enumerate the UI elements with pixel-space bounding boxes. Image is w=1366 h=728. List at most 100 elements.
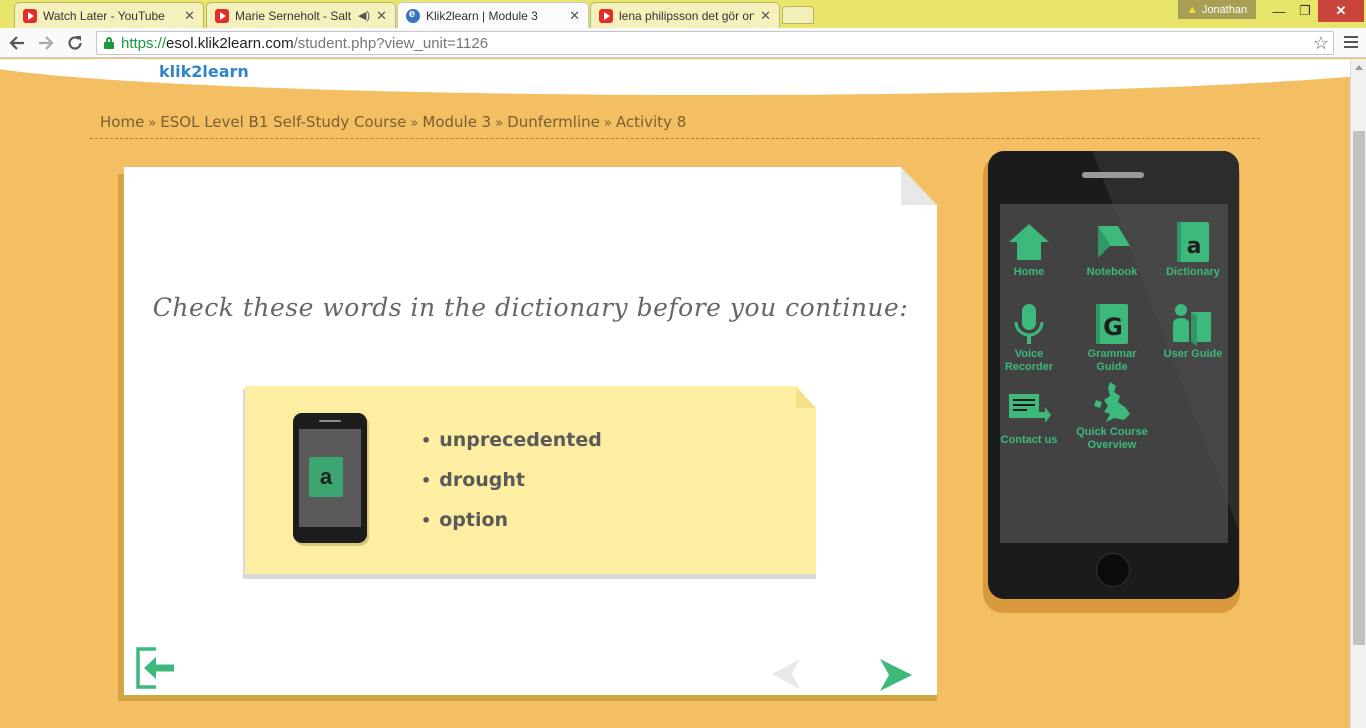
- list-item: drought: [421, 460, 602, 500]
- tab-lena-philipsson[interactable]: lena philipsson det gör on ✕: [590, 2, 780, 28]
- vocabulary-note: a unprecedented drought option: [245, 386, 816, 574]
- tab-close-icon[interactable]: ✕: [569, 8, 580, 24]
- activity-instruction: Check these words in the dictionary befo…: [152, 293, 909, 322]
- browser-tab-strip: Watch Later - YouTube ✕ Marie Serneholt …: [0, 0, 1366, 28]
- list-item: unprecedented: [421, 420, 602, 460]
- app-contact-us[interactable]: Contact us: [991, 388, 1067, 447]
- lock-icon: [104, 37, 114, 49]
- breadcrumb-module[interactable]: Module 3: [422, 113, 491, 131]
- envelope-icon: [1007, 388, 1051, 432]
- app-quick-course-overview[interactable]: Quick Course Overview: [1074, 380, 1150, 452]
- grammar-book-icon: G: [1090, 302, 1134, 346]
- chrome-menu-button[interactable]: [1342, 34, 1360, 52]
- vertical-scrollbar[interactable]: [1350, 59, 1366, 728]
- phone-screen: Home Notebook a Dictionary Voice Recorde…: [1000, 204, 1228, 543]
- breadcrumb-separator: »: [495, 116, 504, 131]
- url-scheme: https://: [121, 34, 167, 52]
- tab-title: lena philipsson det gör on: [619, 8, 755, 23]
- dictionary-icon: a: [1171, 220, 1215, 264]
- back-button[interactable]: [6, 32, 28, 54]
- speaker-icon: ◀): [357, 10, 371, 22]
- scrollbar-thumb[interactable]: [1353, 131, 1365, 645]
- app-label: Voice Recorder: [1004, 348, 1054, 373]
- svg-text:a: a: [1187, 234, 1202, 259]
- app-label: Dictionary: [1166, 266, 1220, 278]
- tab-title: Watch Later - YouTube: [43, 8, 165, 23]
- klik2learn-icon: [406, 8, 420, 23]
- dictionary-phone-icon: a: [293, 413, 367, 543]
- profile-name: Jonathan: [1201, 3, 1248, 16]
- dictionary-book-icon: a: [309, 457, 343, 497]
- breadcrumb-course[interactable]: ESOL Level B1 Self-Study Course: [160, 113, 406, 131]
- app-label: User Guide: [1163, 348, 1223, 360]
- phone-speaker: [1082, 172, 1144, 178]
- next-arrow-icon: [880, 659, 912, 691]
- tab-marie-serneholt[interactable]: Marie Serneholt - Salt ( ◀) ✕: [206, 2, 396, 28]
- window-close-button[interactable]: ✕: [1318, 0, 1364, 22]
- forward-arrow-icon: [39, 36, 54, 50]
- address-bar[interactable]: https://esol.klik2learn.com/student.php?…: [96, 31, 1334, 55]
- home-icon: [1007, 220, 1051, 264]
- app-notebook[interactable]: Notebook: [1074, 220, 1150, 279]
- app-home[interactable]: Home: [991, 220, 1067, 279]
- app-label: Contact us: [1000, 434, 1058, 446]
- scroll-up-arrow[interactable]: [1355, 65, 1363, 70]
- url-path: /student.php?view_unit=1126: [293, 34, 489, 52]
- word-list: unprecedented drought option: [421, 420, 602, 540]
- tab-close-icon[interactable]: ✕: [184, 8, 195, 24]
- minimize-button[interactable]: —: [1266, 0, 1292, 22]
- breadcrumb-separator: »: [148, 116, 157, 131]
- microphone-icon: [1007, 302, 1051, 346]
- app-voice-recorder[interactable]: Voice Recorder: [991, 302, 1067, 374]
- phone-menu: Home Notebook a Dictionary Voice Recorde…: [988, 151, 1239, 599]
- breadcrumb-separator: »: [410, 116, 419, 131]
- breadcrumb-separator: »: [603, 116, 612, 131]
- warning-icon: ▲: [1186, 3, 1198, 16]
- breadcrumb: Home» ESOL Level B1 Self-Study Course» Mod…: [100, 113, 686, 131]
- youtube-icon: [215, 8, 229, 23]
- youtube-icon: [23, 8, 37, 23]
- forward-button[interactable]: [35, 32, 57, 54]
- tab-watch-later[interactable]: Watch Later - YouTube ✕: [14, 2, 204, 28]
- tab-klik2learn[interactable]: Klik2learn | Module 3 ✕: [397, 2, 589, 28]
- bookmark-star-icon[interactable]: ☆: [1313, 33, 1329, 54]
- phone-home-button[interactable]: [1096, 553, 1130, 587]
- exit-icon: [136, 647, 174, 689]
- tab-title: Klik2learn | Module 3: [426, 8, 538, 23]
- activity-card: Check these words in the dictionary befo…: [124, 167, 937, 695]
- url-host: esol.klik2learn.com: [166, 34, 294, 52]
- browser-toolbar: https://esol.klik2learn.com/student.php?…: [0, 28, 1366, 58]
- tab-close-icon[interactable]: ✕: [376, 8, 387, 24]
- site-logo[interactable]: klik2learn: [159, 62, 249, 81]
- app-user-guide[interactable]: User Guide: [1155, 302, 1231, 361]
- breadcrumb-unit[interactable]: Dunfermline: [507, 113, 600, 131]
- app-label: Quick Course Overview: [1076, 426, 1148, 451]
- note-corner-fold: [796, 386, 816, 408]
- profile-badge[interactable]: ▲ Jonathan: [1178, 0, 1256, 19]
- app-label: Grammar Guide: [1087, 348, 1137, 373]
- app-dictionary[interactable]: a Dictionary: [1155, 220, 1231, 279]
- notebook-icon: [1090, 220, 1134, 264]
- list-item: option: [421, 500, 602, 540]
- reload-button[interactable]: [64, 32, 86, 54]
- previous-arrow-icon: [772, 659, 800, 689]
- breadcrumb-home[interactable]: Home: [100, 113, 144, 131]
- exit-button[interactable]: [136, 647, 176, 689]
- previous-button[interactable]: [770, 657, 802, 691]
- page-viewport: klik2learn Home» ESOL Level B1 Self-Study…: [0, 59, 1350, 728]
- breadcrumb-divider: [90, 138, 1260, 139]
- next-button[interactable]: [878, 657, 914, 693]
- tab-close-icon[interactable]: ✕: [760, 8, 771, 24]
- svg-text:G: G: [1103, 313, 1123, 341]
- breadcrumb-current: Activity 8: [615, 113, 687, 131]
- app-grammar-guide[interactable]: G Grammar Guide: [1074, 302, 1150, 374]
- tab-title: Marie Serneholt - Salt (: [235, 8, 354, 23]
- user-guide-icon: [1171, 302, 1215, 346]
- youtube-icon: [599, 8, 613, 23]
- new-tab-button[interactable]: [782, 6, 814, 24]
- uk-map-icon: [1090, 380, 1134, 424]
- page-corner-fold: [901, 167, 937, 205]
- app-label: Home: [1013, 266, 1045, 278]
- restore-button[interactable]: ❐: [1292, 0, 1318, 22]
- app-label: Notebook: [1086, 266, 1138, 278]
